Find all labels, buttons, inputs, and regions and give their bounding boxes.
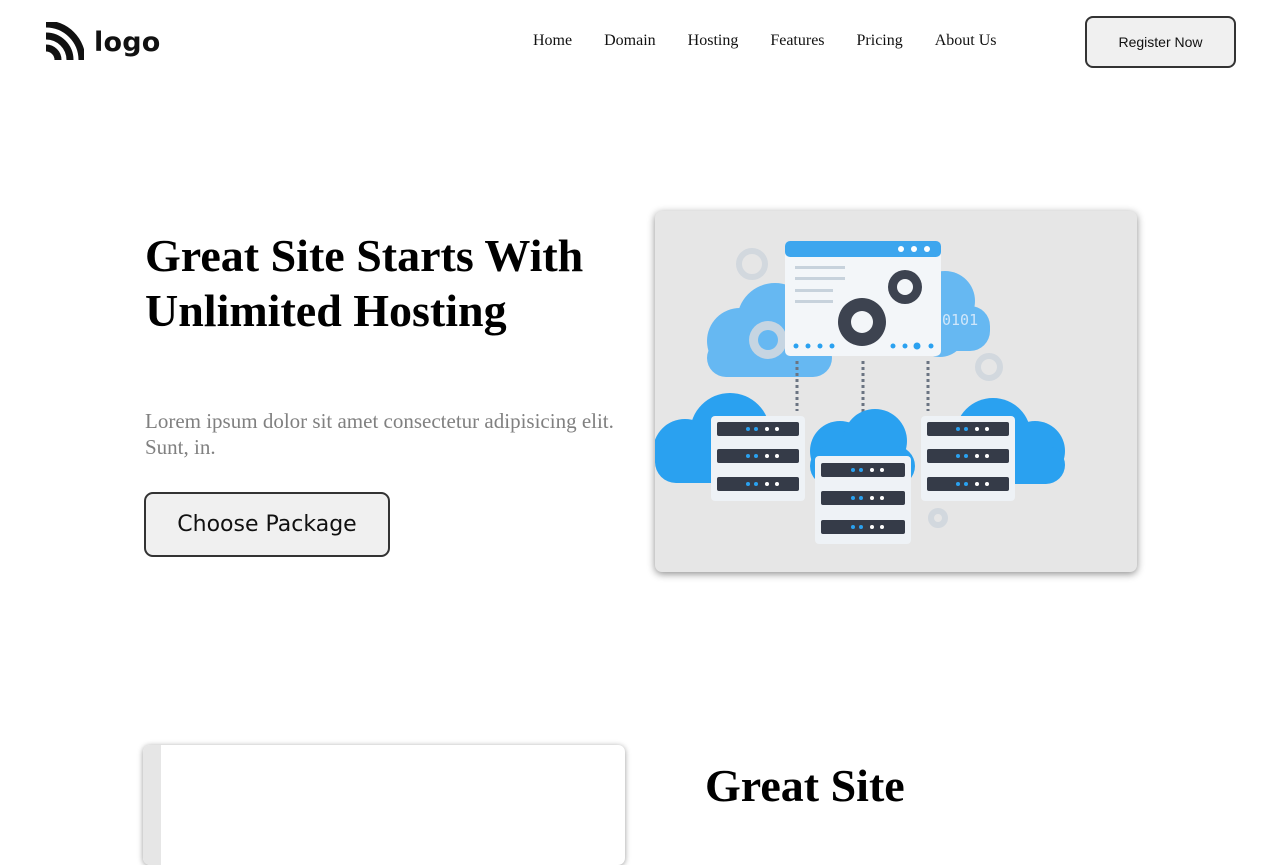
nav-about-us[interactable]: About Us <box>935 32 997 50</box>
server-icon <box>921 416 1015 501</box>
logo-text: logo <box>94 26 161 58</box>
nav-home[interactable]: Home <box>533 32 572 50</box>
hosting-illustration: 0101 <box>655 241 1065 544</box>
section-title: Great Site <box>705 760 905 811</box>
nav-features[interactable]: Features <box>770 32 824 50</box>
binary-text: 0101 <box>942 311 978 329</box>
nav-domain[interactable]: Domain <box>604 32 656 50</box>
card-edge <box>143 745 161 865</box>
hero-title: Great Site Starts With Unlimited Hosting <box>145 230 584 336</box>
gear-icon <box>749 321 787 359</box>
site-logo[interactable]: logo <box>44 22 160 62</box>
register-now-button[interactable]: Register Now <box>1085 16 1236 68</box>
choose-package-button[interactable]: Choose Package <box>144 492 390 557</box>
server-icon <box>711 416 805 501</box>
server-icon <box>815 456 911 544</box>
feature-image-card <box>143 745 625 865</box>
logo-mark-icon <box>45 22 84 61</box>
nav-pricing[interactable]: Pricing <box>857 32 903 50</box>
nav-hosting[interactable]: Hosting <box>688 32 739 50</box>
browser-window <box>785 241 941 356</box>
main-nav: Home Domain Hosting Features Pricing Abo… <box>533 32 1029 50</box>
hero-subtitle: Lorem ipsum dolor sit amet consectetur a… <box>145 409 614 459</box>
hero-illustration-card: 0101 <box>655 211 1137 572</box>
